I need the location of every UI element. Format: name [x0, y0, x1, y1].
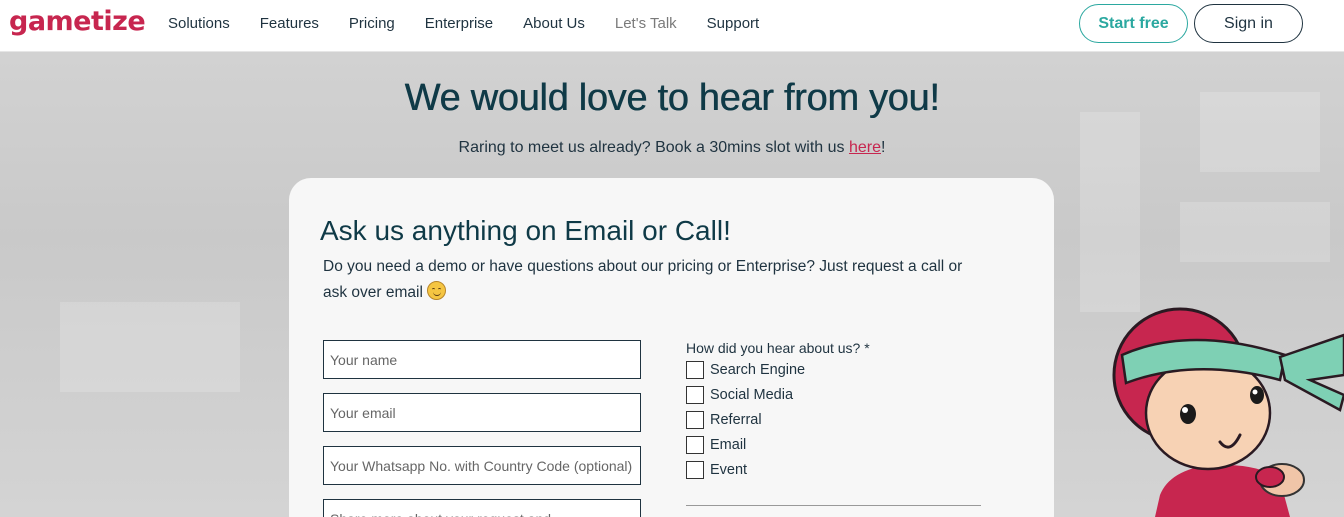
contact-form-card: Ask us anything on Email or Call! Do you… — [289, 178, 1054, 517]
nav-features[interactable]: Features — [260, 15, 319, 32]
form-title: Ask us anything on Email or Call! — [320, 215, 731, 246]
gametize-logo[interactable]: gametize — [9, 6, 146, 37]
hero-subtitle: Raring to meet us already? Book a 30mins… — [0, 139, 1344, 157]
option-label: Social Media — [710, 387, 794, 403]
divider — [686, 505, 981, 506]
email-input[interactable] — [323, 393, 641, 432]
option-email[interactable]: Email — [686, 436, 746, 454]
referral-source-label: How did you hear about us? * — [686, 340, 870, 356]
name-input[interactable] — [323, 340, 641, 379]
option-event[interactable]: Event — [686, 461, 747, 479]
option-search-engine[interactable]: Search Engine — [686, 361, 805, 379]
ninja-mascot-illustration — [1112, 307, 1344, 517]
checkbox[interactable] — [686, 436, 704, 454]
option-referral[interactable]: Referral — [686, 411, 762, 429]
message-input[interactable] — [323, 499, 641, 517]
start-free-button[interactable]: Start free — [1079, 4, 1188, 43]
option-label: Search Engine — [710, 362, 806, 378]
whatsapp-input[interactable] — [323, 446, 641, 485]
hero-subtitle-end: ! — [881, 139, 886, 156]
checkbox[interactable] — [686, 386, 704, 404]
option-social-media[interactable]: Social Media — [686, 386, 793, 404]
nav-pricing[interactable]: Pricing — [349, 15, 395, 32]
checkbox[interactable] — [686, 461, 704, 479]
book-slot-link[interactable]: here — [849, 139, 881, 156]
top-navigation-bar: gametize Solutions Features Pricing Ente… — [0, 0, 1344, 52]
option-label: Email — [710, 437, 747, 453]
nav-about-us[interactable]: About Us — [523, 15, 585, 32]
page-title: We would love to hear from you! — [404, 77, 940, 119]
form-description: Do you need a demo or have questions abo… — [323, 254, 983, 306]
main-nav: Solutions Features Pricing Enterprise Ab… — [168, 15, 789, 32]
nav-lets-talk[interactable]: Let's Talk — [615, 15, 677, 32]
checkbox[interactable] — [686, 361, 704, 379]
option-label: Event — [710, 462, 748, 478]
checkbox[interactable] — [686, 411, 704, 429]
sign-in-button[interactable]: Sign in — [1194, 4, 1303, 43]
hero-subtitle-text: Raring to meet us already? Book a 30mins… — [458, 139, 849, 156]
nav-enterprise[interactable]: Enterprise — [425, 15, 493, 32]
option-label: Referral — [710, 412, 762, 428]
smiley-emoji-icon — [426, 281, 446, 300]
nav-support[interactable]: Support — [707, 15, 760, 32]
nav-solutions[interactable]: Solutions — [168, 15, 230, 32]
form-description-text: Do you need a demo or have questions abo… — [323, 258, 963, 301]
